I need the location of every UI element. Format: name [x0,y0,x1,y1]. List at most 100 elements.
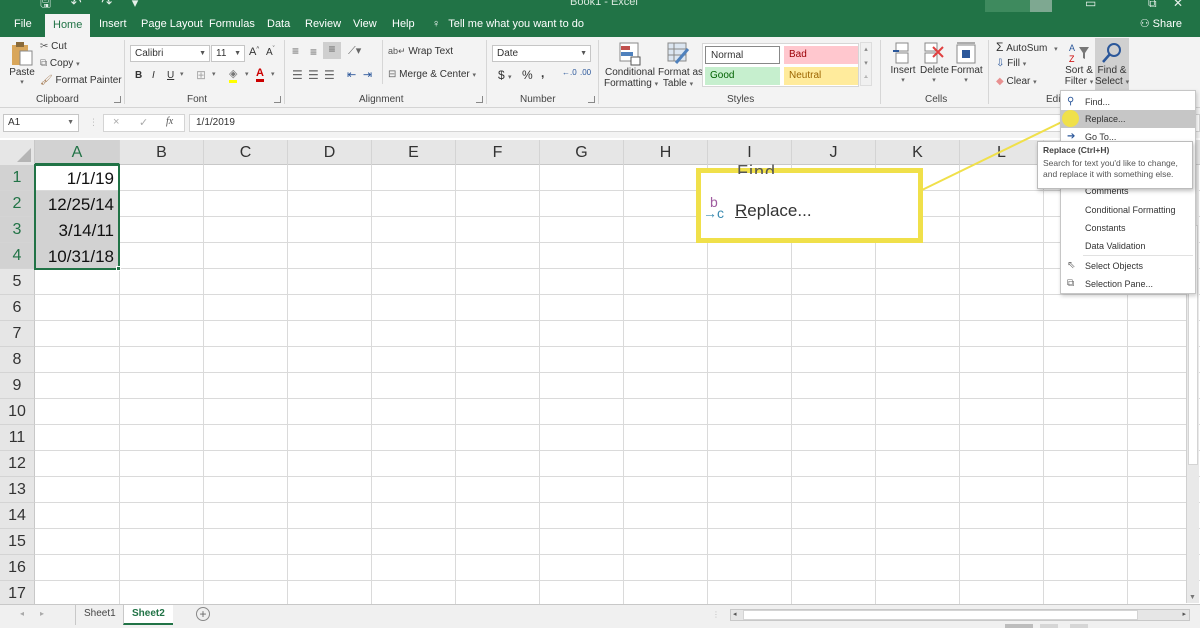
decrease-font-button[interactable]: Aˇ [266,47,275,58]
number-format-select[interactable]: Date ▼ [492,45,591,62]
font-color-button[interactable]: A [256,67,264,82]
bold-button[interactable]: B [135,70,142,81]
decrease-decimal-icon[interactable]: .00 [580,68,591,77]
tab-help[interactable]: Help [392,12,415,37]
column-header-h[interactable]: H [624,140,708,165]
row-header-8[interactable]: 8 [0,347,35,373]
column-header-a[interactable]: A [35,140,120,165]
row-header-1[interactable]: 1 [0,165,35,191]
name-box[interactable]: A1 ▼ [3,114,79,132]
middle-align-icon[interactable]: ≡ [310,45,317,59]
column-header-e[interactable]: E [372,140,456,165]
style-good[interactable]: Good [705,67,780,85]
underline-button[interactable]: U [167,70,174,81]
percent-button[interactable]: % [522,68,533,82]
wrap-text-button[interactable]: ab↵ Wrap Text [388,46,453,57]
row-header-9[interactable]: 9 [0,373,35,399]
account-avatar[interactable] [1030,0,1052,12]
styles-gallery-scroll[interactable]: ▴ ▾ ⩡ [860,42,872,86]
fill-button[interactable]: ⇩ Fill ▾ [996,58,1026,69]
cell-a4[interactable]: 10/31/18 [35,243,119,269]
tab-split-grip[interactable]: ⋮ [712,610,720,619]
restore-icon[interactable]: ⧉ [1148,0,1157,11]
tab-formulas[interactable]: Formulas [209,12,255,37]
ribbon-display-icon[interactable]: ▭ [1085,0,1096,10]
insert-function-icon[interactable]: fx [166,116,173,127]
merge-center-button[interactable]: ⊟ Merge & Center ▾ [388,69,476,80]
column-header-c[interactable]: C [204,140,288,165]
account-area[interactable] [985,0,1030,12]
cell-a3[interactable]: 3/14/11 [35,217,119,243]
increase-indent-icon[interactable]: ⇥ [363,68,372,81]
menu-item-select-objects[interactable]: ⇖ Select Objects [1061,257,1195,275]
tab-page-layout[interactable]: Page Layout [141,12,203,37]
orientation-icon[interactable]: ⟋▾ [348,44,361,58]
scroll-left-icon[interactable]: ◂ [733,610,737,618]
tab-insert[interactable]: Insert [99,12,127,37]
font-size-select[interactable]: 11 ▼ [211,45,245,62]
find-select-button[interactable]: Find & Select ▾ [1095,38,1129,93]
cut-button[interactable]: ✂ Cut [40,41,67,52]
borders-dropdown-icon[interactable]: ▾ [212,70,216,78]
share-button[interactable]: ⚇ Share [1140,12,1182,37]
comma-button[interactable]: , [541,66,544,80]
menu-item-replace[interactable]: Replace... [1061,110,1195,128]
increase-decimal-icon[interactable]: ←.0 [562,68,577,77]
menu-item-constants[interactable]: Constants [1061,219,1195,237]
conditional-formatting-button[interactable]: Conditional Formatting ▾ [604,41,658,89]
column-header-d[interactable]: D [288,140,372,165]
fill-dropdown-icon[interactable]: ▾ [245,70,249,78]
column-header-f[interactable]: F [456,140,540,165]
clipboard-launcher-icon[interactable] [114,96,121,103]
enter-icon[interactable]: ✓ [139,116,148,129]
align-center-icon[interactable]: ☰ [308,68,319,82]
tab-data[interactable]: Data [267,12,290,37]
horizontal-scroll-thumb[interactable] [743,610,1138,620]
row-header-12[interactable]: 12 [0,451,35,477]
autosum-button[interactable]: Σ AutoSum ▾ [996,40,1058,54]
row-header-2[interactable]: 2 [0,191,35,217]
alignment-launcher-icon[interactable] [476,96,483,103]
normal-view-icon[interactable] [1005,624,1033,628]
sort-filter-button[interactable]: AZ Sort & Filter ▾ [1064,41,1094,87]
tab-view[interactable]: View [353,12,377,37]
formula-input[interactable]: 1/1/2019 [189,114,1200,132]
row-header-13[interactable]: 13 [0,477,35,503]
column-header-k[interactable]: K [876,140,960,165]
decrease-indent-icon[interactable]: ⇤ [347,68,356,81]
fill-handle[interactable] [116,266,121,271]
cancel-icon[interactable]: × [113,116,119,128]
row-header-7[interactable]: 7 [0,321,35,347]
prev-sheet-icon[interactable]: ◂ [20,609,24,618]
page-break-view-icon[interactable] [1070,624,1088,628]
fill-color-button[interactable]: ◈ [229,67,238,83]
insert-cells-button[interactable]: Insert ▾ [889,41,917,84]
italic-button[interactable]: I [152,70,155,81]
spreadsheet-grid[interactable]: ABCDEFGHIJKL 1 2 3 4 5 6 7 8 9 10 11 12 13 14 15 16 17 1/… [0,140,1200,604]
row-header-3[interactable]: 3 [0,217,35,243]
font-color-dropdown-icon[interactable]: ▾ [271,70,275,78]
format-as-table-button[interactable]: Format as Table ▾ [658,41,703,89]
menu-item-conditional-formatting[interactable]: Conditional Formatting [1061,201,1195,219]
tab-review[interactable]: Review [305,12,341,37]
sheet-tab-sheet1[interactable]: Sheet1 [75,605,124,625]
menu-item-find[interactable]: ⚲ Find... [1061,93,1195,111]
row-header-10[interactable]: 10 [0,399,35,425]
close-icon[interactable]: ✕ [1173,0,1183,10]
cell-a1[interactable]: 1/1/19 [35,165,119,191]
align-right-icon[interactable]: ☰ [324,68,335,82]
number-launcher-icon[interactable] [588,96,595,103]
style-neutral[interactable]: Neutral [784,67,858,85]
clear-button[interactable]: ◆ Clear ▾ [996,76,1037,87]
column-header-l[interactable]: L [960,140,1044,165]
row-header-17[interactable]: 17 [0,581,35,604]
currency-button[interactable]: $ ▾ [498,68,512,82]
font-name-select[interactable]: Calibri ▼ [130,45,210,62]
tab-file[interactable]: File [14,12,32,37]
underline-dropdown-icon[interactable]: ▾ [180,70,184,78]
row-header-6[interactable]: 6 [0,295,35,321]
column-header-j[interactable]: J [792,140,876,165]
sheet-tab-sheet2[interactable]: Sheet2 [123,605,173,625]
formula-bar-grip[interactable]: ⋮ [89,117,98,128]
font-launcher-icon[interactable] [274,96,281,103]
